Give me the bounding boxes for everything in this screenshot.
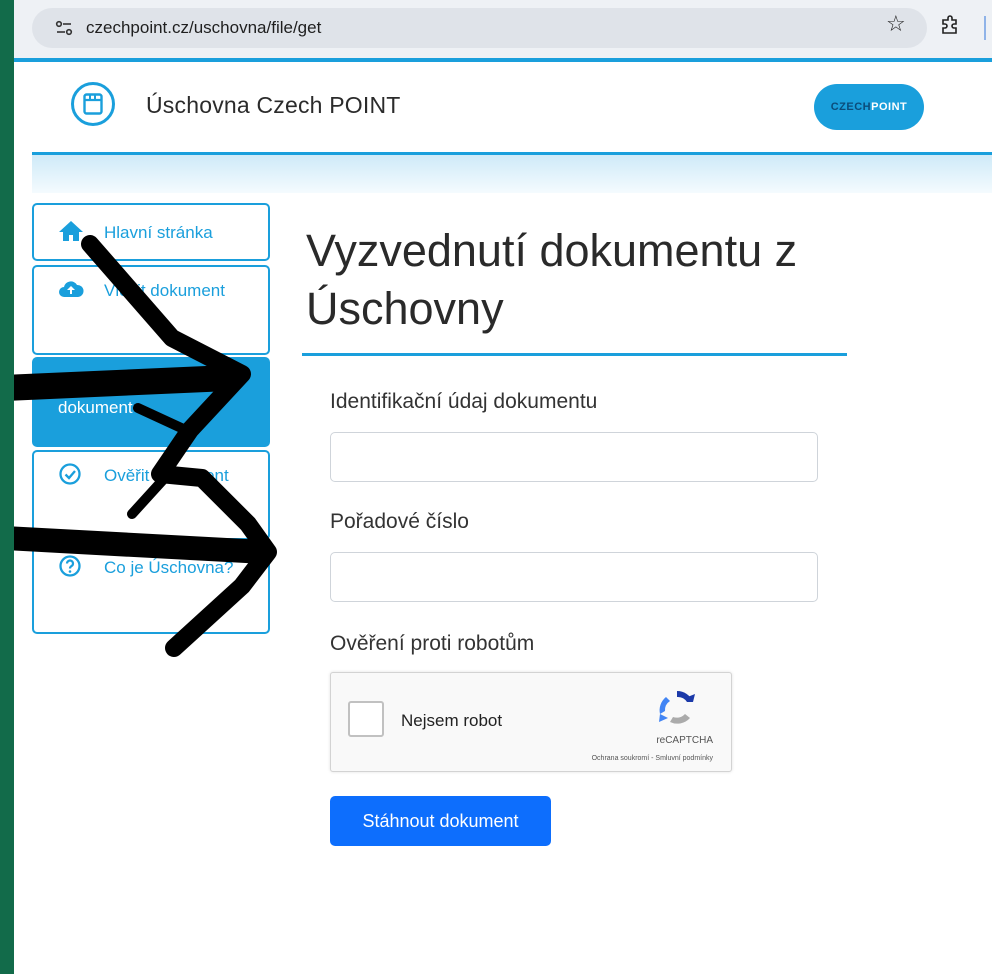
page-title: Vyzvednutí dokumentu z Úschovny (306, 225, 798, 334)
document-id-input[interactable] (330, 432, 818, 482)
puzzle-icon[interactable] (939, 14, 961, 36)
logo-text-point: POINT (871, 101, 908, 113)
screenshot: czechpoint.cz/uschovna/file/get ☆ Úschov… (14, 0, 992, 974)
document-id-label: Identifikační údaj dokumentu (330, 390, 598, 413)
czechpoint-logo[interactable]: CZECHPOINT (814, 84, 924, 130)
logo-text-czech: CZECH (830, 101, 872, 113)
recaptcha-brand: reCAPTCHA (656, 735, 713, 746)
title-underline (302, 353, 847, 356)
order-number-input[interactable] (330, 552, 818, 602)
annotation-arrows (14, 235, 277, 657)
star-icon[interactable]: ☆ (886, 13, 906, 35)
recaptcha-logo-icon (659, 690, 695, 724)
toolbar-divider (984, 16, 986, 40)
recaptcha-terms-links[interactable]: Ochrana soukromí - Smluvní podmínky (331, 755, 713, 762)
robot-check-label: Ověření proti robotům (330, 632, 535, 655)
recaptcha-checkbox[interactable] (348, 701, 384, 737)
download-document-button[interactable]: Stáhnout dokument (330, 796, 551, 846)
order-number-label: Pořadové číslo (330, 510, 469, 533)
recaptcha-widget: Nejsem robot reCAPTCHA Ochrana soukromí … (330, 672, 732, 772)
recaptcha-label: Nejsem robot (401, 711, 503, 730)
